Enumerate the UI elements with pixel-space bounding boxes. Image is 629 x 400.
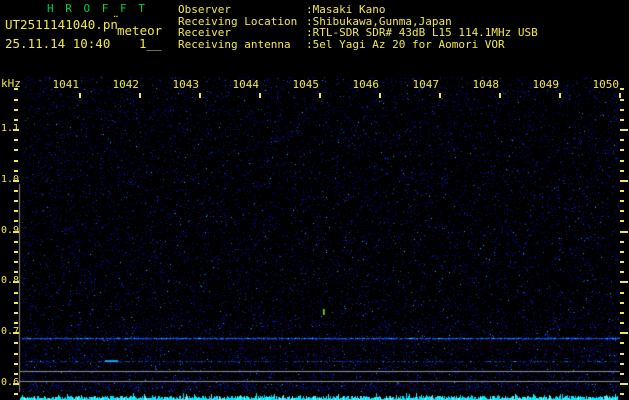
echo-counter: 1__ bbox=[139, 36, 162, 51]
axis-tick bbox=[199, 93, 201, 98]
axis-tick bbox=[14, 190, 18, 192]
x-axis-label: 1044 bbox=[232, 78, 260, 91]
axis-tick bbox=[620, 190, 624, 192]
axis-tick bbox=[620, 139, 624, 141]
info-value: :RTL-SDR SDR# 43dB L15 114.1MHz USB bbox=[306, 26, 538, 39]
app-title: H R O F F T bbox=[47, 2, 148, 15]
axis-tick bbox=[620, 281, 628, 283]
axis-tick bbox=[13, 332, 19, 334]
axis-tick bbox=[14, 342, 18, 344]
axis-tick bbox=[620, 119, 624, 121]
x-axis-label: 1047 bbox=[412, 78, 440, 91]
axis-tick bbox=[13, 383, 19, 385]
axis-tick bbox=[620, 363, 624, 365]
info-label: Receiving antenna bbox=[178, 37, 291, 51]
output-filename: UT2511141040.pn bbox=[5, 17, 118, 32]
axis-tick bbox=[14, 109, 18, 111]
spectrogram-canvas bbox=[0, 0, 629, 400]
hrofft-screen: H R O F F T UT2511141040.pn ¨ meteor 25.… bbox=[0, 0, 629, 400]
axis-tick bbox=[14, 302, 18, 304]
x-axis-label: 1045 bbox=[292, 78, 320, 91]
info-value: :Masaki Kano bbox=[306, 3, 386, 16]
axis-tick bbox=[620, 88, 624, 90]
axis-tick bbox=[559, 93, 561, 98]
info-label: Receiver bbox=[178, 26, 231, 39]
axis-tick bbox=[14, 241, 18, 243]
axis-tick bbox=[439, 93, 441, 98]
axis-tick bbox=[620, 342, 624, 344]
axis-tick bbox=[14, 99, 18, 101]
axis-tick bbox=[620, 220, 624, 222]
axis-tick bbox=[620, 322, 624, 324]
axis-tick bbox=[13, 129, 19, 131]
axis-tick bbox=[620, 160, 624, 162]
axis-tick bbox=[14, 119, 18, 121]
axis-tick bbox=[14, 220, 18, 222]
info-label: Observer bbox=[178, 3, 231, 16]
axis-tick bbox=[14, 271, 18, 273]
axis-tick bbox=[619, 93, 621, 98]
axis-tick bbox=[13, 231, 19, 233]
x-axis-label: 1042 bbox=[112, 78, 140, 91]
axis-tick bbox=[620, 271, 624, 273]
axis-tick bbox=[13, 180, 19, 182]
axis-tick bbox=[620, 251, 624, 253]
axis-tick bbox=[14, 170, 18, 172]
axis-tick bbox=[379, 93, 381, 98]
axis-tick bbox=[14, 251, 18, 253]
axis-tick bbox=[620, 292, 624, 294]
axis-tick bbox=[620, 99, 624, 101]
axis-tick bbox=[620, 109, 624, 111]
x-axis-label: 1049 bbox=[532, 78, 560, 91]
info-value: :5el Yagi Az 20 for Aomori VOR bbox=[306, 37, 505, 51]
axis-tick bbox=[620, 393, 624, 395]
axis-tick bbox=[14, 353, 18, 355]
axis-tick bbox=[620, 241, 624, 243]
axis-tick bbox=[620, 170, 624, 172]
axis-tick bbox=[620, 129, 628, 131]
axis-tick bbox=[14, 88, 18, 90]
axis-tick bbox=[14, 393, 18, 395]
axis-tick bbox=[14, 373, 18, 375]
x-axis-label: 1043 bbox=[172, 78, 200, 91]
axis-tick bbox=[79, 93, 81, 98]
axis-tick bbox=[499, 93, 501, 98]
x-axis-label: 1046 bbox=[352, 78, 380, 91]
date-time: 25.11.14 10:40 bbox=[5, 36, 111, 51]
axis-tick bbox=[620, 312, 624, 314]
axis-tick bbox=[14, 139, 18, 141]
axis-tick bbox=[14, 322, 18, 324]
axis-tick bbox=[14, 149, 18, 151]
axis-tick bbox=[14, 200, 18, 202]
axis-tick bbox=[620, 200, 624, 202]
axis-tick bbox=[319, 93, 321, 98]
axis-tick bbox=[14, 312, 18, 314]
x-axis-label: 1050 bbox=[592, 78, 620, 91]
axis-tick bbox=[620, 149, 624, 151]
axis-tick bbox=[620, 373, 624, 375]
axis-tick bbox=[14, 292, 18, 294]
axis-tick bbox=[620, 210, 624, 212]
axis-tick bbox=[139, 93, 141, 98]
axis-tick bbox=[14, 160, 18, 162]
axis-tick bbox=[14, 363, 18, 365]
axis-tick bbox=[259, 93, 261, 98]
axis-tick bbox=[620, 353, 624, 355]
x-axis-label: 1048 bbox=[472, 78, 500, 91]
axis-tick bbox=[620, 383, 628, 385]
axis-tick bbox=[14, 261, 18, 263]
axis-tick bbox=[620, 332, 628, 334]
axis-tick bbox=[620, 261, 624, 263]
axis-tick bbox=[13, 281, 19, 283]
axis-tick bbox=[14, 210, 18, 212]
axis-tick bbox=[620, 231, 628, 233]
axis-tick bbox=[620, 180, 628, 182]
axis-tick bbox=[620, 302, 624, 304]
x-axis-label: 1041 bbox=[52, 78, 80, 91]
